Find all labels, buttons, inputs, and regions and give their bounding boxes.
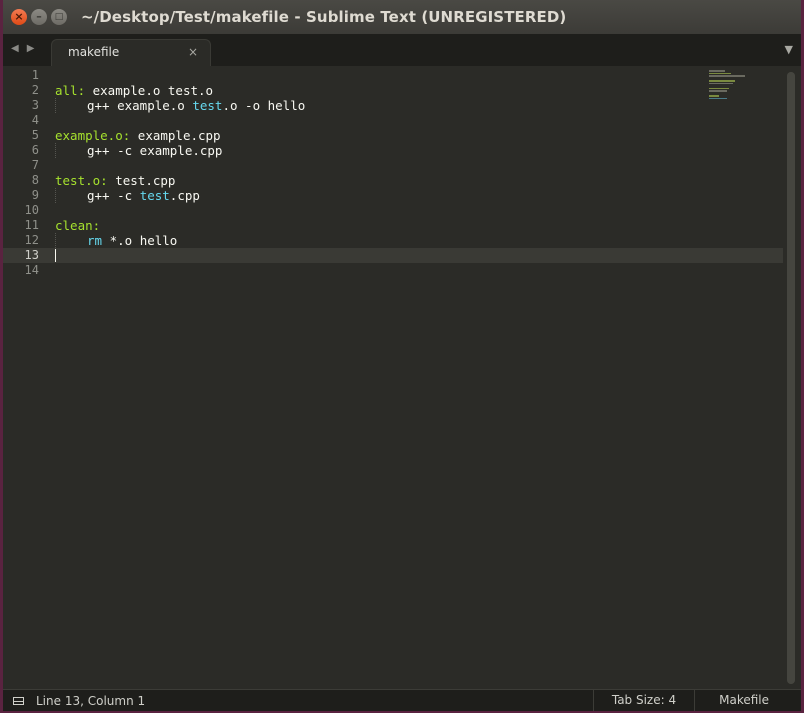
code-line: g++ example.o test.o -o hello: [55, 98, 779, 113]
code-line: clean:: [55, 218, 779, 233]
recipe-text: *.o hello: [102, 233, 178, 248]
code-line: rm *.o hello: [55, 233, 779, 248]
make-target: clean:: [55, 218, 101, 233]
code-line: g++ -c test.cpp: [55, 188, 779, 203]
close-window-button[interactable]: ×: [11, 9, 27, 25]
line-number: 2: [31, 83, 39, 97]
line-number: 5: [31, 128, 39, 142]
app-window: × – □ ~/Desktop/Test/makefile - Sublime …: [0, 0, 804, 713]
scrollbar-thumb[interactable]: [787, 72, 795, 684]
code-line: test.o: test.cpp: [55, 173, 779, 188]
text-caret: [55, 249, 56, 262]
line-number: 6: [31, 143, 39, 157]
window-title: ~/Desktop/Test/makefile - Sublime Text (…: [81, 8, 567, 26]
tab-size-button[interactable]: Tab Size: 4: [592, 690, 694, 711]
line-number-gutter: 1 2 3 4 5 6 7 8 9 10 11 12 13 14: [3, 68, 39, 278]
recipe-text: g++ -c example.cpp: [87, 143, 223, 158]
recipe-text: .cpp: [169, 188, 200, 203]
recipe-text: .o -o hello: [222, 98, 306, 113]
code-line: all: example.o test.o: [55, 83, 779, 98]
line-number: 14: [24, 263, 39, 277]
cursor-position: Line 13, Column 1: [36, 693, 146, 708]
make-deps: test.cpp: [107, 173, 176, 188]
indent-guide: [55, 188, 87, 203]
indent-guide: [55, 98, 87, 113]
make-target: example.o:: [55, 128, 131, 143]
tab-makefile[interactable]: makefile ×: [51, 39, 211, 66]
code-line-current: [55, 248, 779, 263]
recipe-keyword: rm: [87, 233, 103, 248]
title-bar: × – □ ~/Desktop/Test/makefile - Sublime …: [3, 0, 801, 34]
maximize-icon: □: [54, 12, 64, 22]
line-number: 9: [31, 188, 39, 202]
close-icon: ×: [14, 10, 24, 23]
code-line: example.o: example.cpp: [55, 128, 779, 143]
tab-list-dropdown-icon[interactable]: ▼: [785, 43, 793, 56]
tab-forward-icon[interactable]: ▶: [27, 43, 35, 54]
recipe-text: g++ example.o: [87, 98, 193, 113]
window-controls: × – □: [11, 9, 67, 25]
make-target: test.o:: [55, 173, 108, 188]
line-number: 1: [31, 68, 39, 82]
panel-toggle-icon[interactable]: [13, 696, 24, 705]
status-bar: Line 13, Column 1 Tab Size: 4 Makefile: [3, 689, 801, 711]
tab-label: makefile: [68, 45, 120, 59]
maximize-window-button[interactable]: □: [51, 9, 67, 25]
code-line: g++ -c example.cpp: [55, 143, 779, 158]
make-deps: example.cpp: [130, 128, 221, 143]
make-deps: example.o test.o: [85, 83, 214, 98]
minimize-icon: –: [36, 10, 42, 23]
recipe-text: g++ -c: [87, 188, 140, 203]
minimize-window-button[interactable]: –: [31, 9, 47, 25]
tab-bar: ◀ ▶ makefile × ▼: [3, 34, 801, 66]
line-number: 7: [31, 158, 39, 172]
recipe-keyword: test: [192, 98, 223, 113]
line-number: 3: [31, 98, 39, 112]
status-right: Tab Size: 4 Makefile: [592, 690, 801, 711]
line-number: 4: [31, 113, 39, 127]
tab-back-icon[interactable]: ◀: [11, 43, 19, 54]
tab-close-icon[interactable]: ×: [188, 45, 198, 59]
minimap[interactable]: [709, 70, 749, 100]
syntax-button[interactable]: Makefile: [694, 690, 801, 711]
recipe-keyword: test: [139, 188, 170, 203]
tab-nav: ◀ ▶: [11, 43, 34, 54]
editor-area[interactable]: 1 2 3 4 5 6 7 8 9 10 11 12 13 14 all: ex…: [3, 66, 801, 690]
code-text[interactable]: all: example.o test.o g++ example.o test…: [55, 68, 779, 278]
line-number: 12: [24, 233, 39, 247]
line-number: 11: [24, 218, 39, 232]
indent-guide: [55, 143, 87, 158]
vertical-scrollbar[interactable]: [787, 72, 795, 684]
make-target: all:: [55, 83, 86, 98]
line-number-current: 13: [24, 248, 39, 262]
line-number: 8: [31, 173, 39, 187]
line-number: 10: [24, 203, 39, 217]
indent-guide: [55, 233, 87, 248]
